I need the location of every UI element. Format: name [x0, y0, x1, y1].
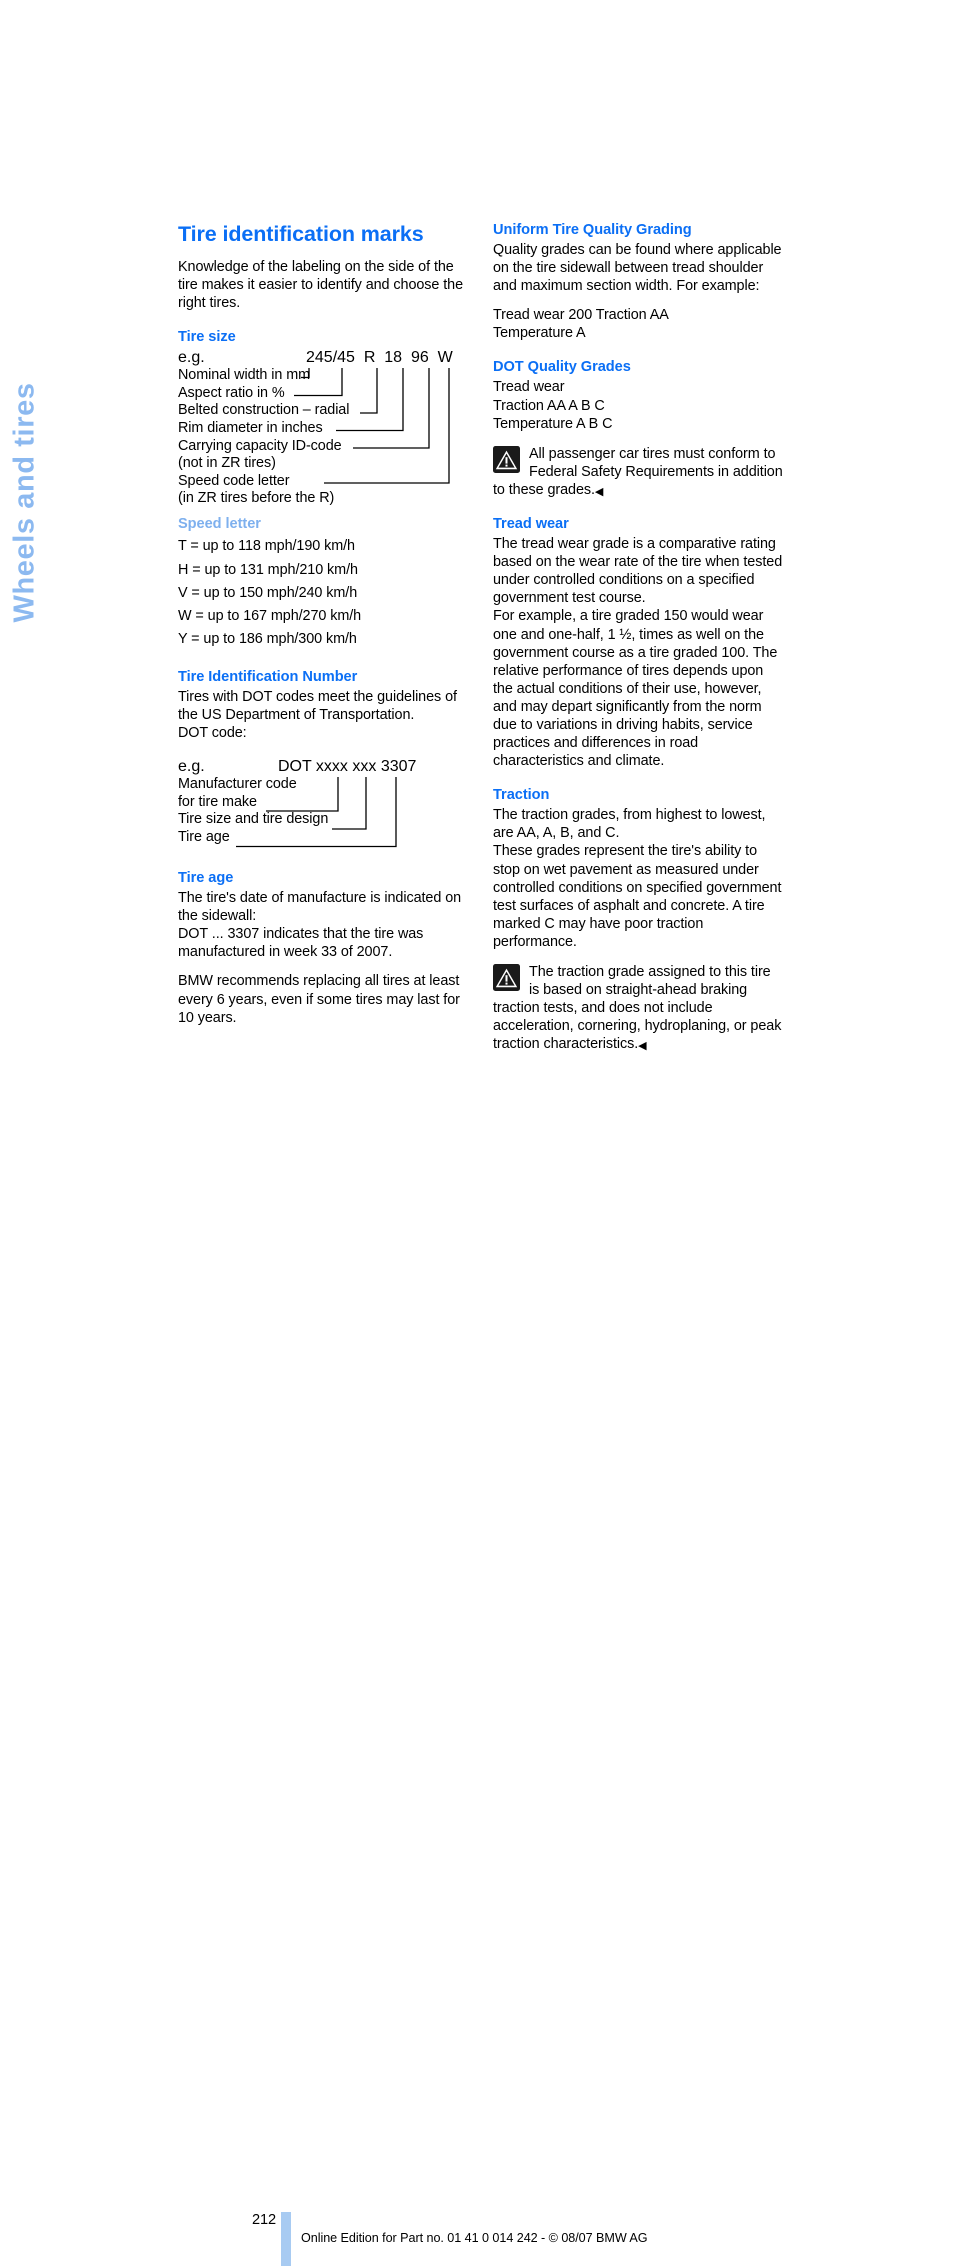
tread-wear-para-2: For example, a tire graded 150 would wea… [493, 608, 778, 770]
tire-size-code: 245/45 R 18 96 W [306, 349, 453, 367]
section-heading-tire-size: Tire size [178, 329, 236, 346]
speed-letter-item: H = up to 131 mph/210 km/h [178, 561, 358, 578]
right-column: Uniform Tire Quality Grading Quality gra… [493, 222, 783, 1053]
section-heading-uniform-tire-quality-grading: Uniform Tire Quality Grading [493, 222, 692, 238]
tire-size-callout-7: (in ZR tires before the R) [178, 490, 335, 507]
section-heading-tire-identification-number: Tire Identification Number [178, 668, 358, 685]
utqg-para-1: Quality grades can be found where applic… [493, 242, 782, 295]
footer-accent-bar [281, 2212, 291, 2266]
dot-code-callout-3: Tire age [178, 828, 230, 845]
warning-icon [493, 964, 520, 991]
tire-size-callout-1: Aspect ratio in % [178, 384, 285, 401]
traction-para-1: The traction grades, from highest to low… [493, 807, 766, 842]
dot-code-value: DOT xxxx xxx 3307 [278, 758, 417, 776]
dot-grade-line: Traction AA A B C [493, 397, 605, 414]
note-text: All passenger car tires must conform to … [493, 445, 783, 498]
tread-wear-para-1: The tread wear grade is a comparative ra… [493, 536, 783, 607]
dot-code-callout-1: for tire make [178, 793, 257, 810]
page-title: Tire identification marks [178, 222, 424, 246]
tin-body: Tires with DOT codes meet the guidelines… [178, 688, 457, 723]
speed-letter-item: T = up to 118 mph/190 km/h [178, 538, 355, 555]
note-traction-grade: The traction grade assigned to this tire… [493, 963, 783, 1053]
utqg-example-line-2: Temperature A [493, 325, 586, 342]
section-heading-speed-letter: Speed letter [178, 516, 261, 533]
dot-code-diagram: e.g. DOT xxxx xxx 3307 Manufacturer code… [178, 758, 468, 853]
dot-code-eg-label: e.g. [178, 758, 205, 776]
side-tab-wheels-and-tires: Wheels and tires [0, 150, 48, 622]
tire-size-callout-0: Nominal width in mm [178, 367, 311, 384]
dot-code-callout-2: Tire size and tire design [178, 811, 329, 828]
speed-letter-item: V = up to 150 mph/240 km/h [178, 584, 358, 601]
tire-size-callout-2: Belted construction – radial [178, 402, 350, 419]
speed-letter-item: Y = up to 186 mph/300 km/h [178, 631, 357, 648]
tire-size-callout-3: Rim diameter in inches [178, 420, 323, 437]
dot-code-label: DOT code: [178, 724, 247, 741]
utqg-example-line-1: Tread wear 200 Traction AA [493, 307, 669, 324]
tire-size-callout-5: (not in ZR tires) [178, 455, 276, 472]
tire-size-diagram: e.g. 245/45 R 18 96 W Nominal width in m… [178, 349, 468, 506]
tire-size-callout-4: Carrying capacity ID-code [178, 437, 342, 454]
section-heading-traction: Traction [493, 787, 550, 804]
tire-age-para-1: The tire's date of manufacture is indica… [178, 890, 462, 925]
dot-grade-line: Temperature A B C [493, 415, 613, 432]
dot-code-example-row: e.g. DOT xxxx xxx 3307 [178, 758, 468, 776]
dot-code-callout-0: Manufacturer code [178, 776, 297, 793]
tire-size-callout-6: Speed code letter [178, 472, 290, 489]
footer-edition-text: Online Edition for Part no. 01 41 0 014 … [301, 2231, 648, 2245]
intro-paragraph: Knowledge of the labeling on the side of… [178, 259, 464, 312]
note-end-mark: ◀ [638, 1040, 647, 1053]
note-end-mark: ◀ [594, 485, 604, 498]
left-column: Tire identification marks Knowledge of t… [178, 222, 468, 1027]
section-heading-tread-wear: Tread wear [493, 516, 569, 533]
note-federal-safety-requirements: All passenger car tires must conform to … [493, 445, 783, 499]
dot-grade-line: Tread wear [493, 379, 565, 396]
side-tab-label: Wheels and tires [8, 382, 41, 623]
section-heading-tire-age: Tire age [178, 870, 234, 887]
tire-age-para-2: DOT ... 3307 indicates that the tire was… [178, 926, 424, 961]
tire-size-eg-label: e.g. [178, 349, 205, 367]
tire-size-example-row: e.g. 245/45 R 18 96 W [178, 349, 468, 367]
tire-age-para-3: BMW recommends replacing all tires at le… [178, 973, 460, 1026]
warning-icon [493, 445, 520, 473]
speed-letter-list: T = up to 118 mph/190 km/h H = up to 131… [178, 535, 468, 651]
section-heading-dot-quality-grades: DOT Quality Grades [493, 359, 631, 376]
page-footer: 212 Online Edition for Part no. 01 41 0 … [0, 1100, 954, 2266]
traction-para-2: These grades represent the tire's abilit… [493, 843, 782, 950]
page-number: 212 [252, 2212, 277, 2228]
speed-letter-item: W = up to 167 mph/270 km/h [178, 608, 362, 625]
